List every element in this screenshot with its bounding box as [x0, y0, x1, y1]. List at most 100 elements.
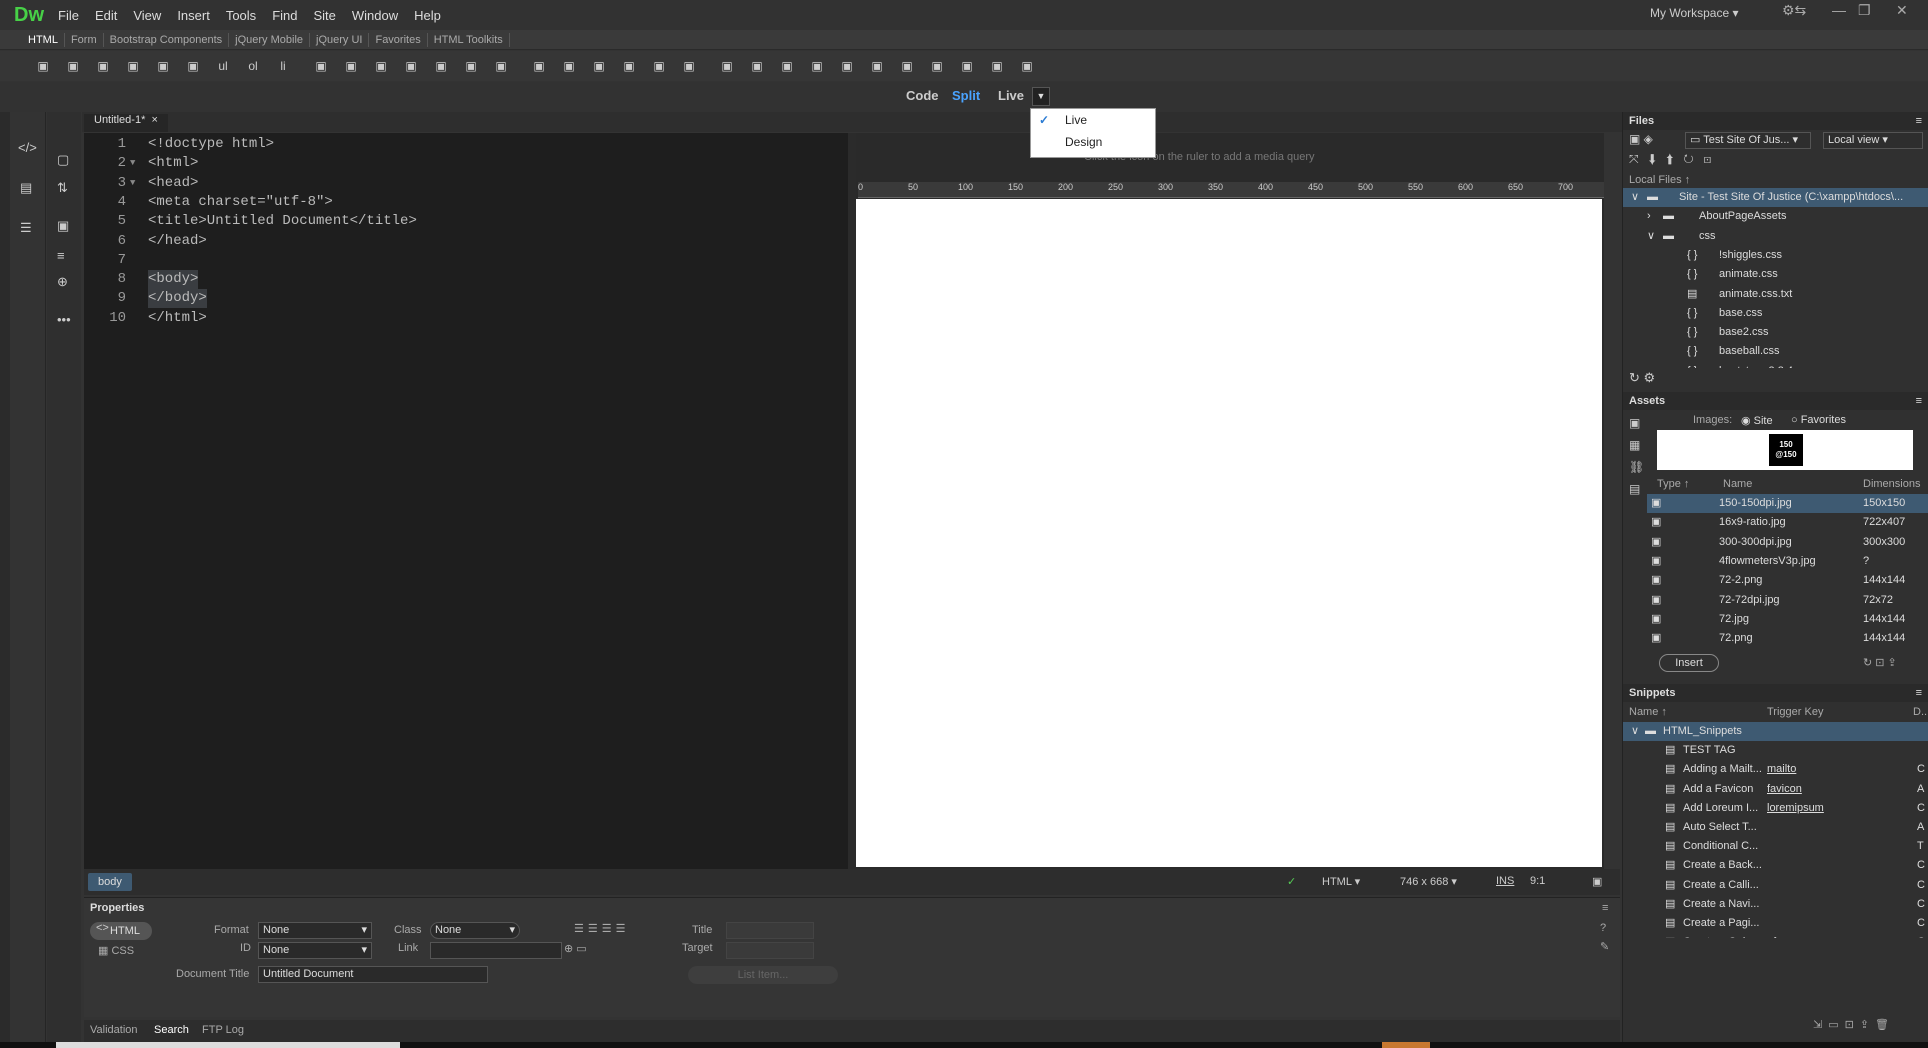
more-icon[interactable]: •••	[57, 312, 71, 327]
code-line[interactable]: 5 <title>Untitled Document</title>	[84, 212, 844, 231]
snippet-item[interactable]: ▤ Create a Calli... C	[1623, 876, 1928, 895]
bottom-tab-ftp-log[interactable]: FTP Log	[202, 1024, 244, 1036]
insert-tab-6[interactable]: HTML Toolkits	[428, 32, 510, 47]
snippet-folder[interactable]: ∨ ▬ HTML_Snippets	[1623, 722, 1928, 741]
code-line[interactable]: 9 </body>	[84, 289, 844, 309]
code-line[interactable]: 6 </head>	[84, 232, 844, 251]
file-tree-item[interactable]: { } animate.css	[1623, 265, 1928, 284]
file-tree-item[interactable]: ∨ ▬ css	[1623, 227, 1928, 246]
chevron-down-icon[interactable]: ∨	[1631, 188, 1639, 207]
target-select[interactable]	[726, 942, 814, 959]
asset-row[interactable]: ▣ 300-300dpi.jpg 300x300	[1647, 533, 1928, 552]
favorites-radio[interactable]: ○ Favorites	[1791, 414, 1846, 426]
menu-insert[interactable]: Insert	[169, 8, 218, 23]
frame-icon[interactable]: ▣	[982, 59, 1012, 73]
toolbar-ol[interactable]: ol	[238, 59, 268, 73]
doc-type-select[interactable]: HTML ▾	[1322, 875, 1360, 888]
snippet-item[interactable]: ▤ Create a Navi... C	[1623, 895, 1928, 914]
code-view-button[interactable]: Code	[906, 88, 939, 103]
link-icon[interactable]: ▣	[306, 59, 336, 73]
script-icon[interactable]: ▣	[644, 59, 674, 73]
table2-icon[interactable]: ▣	[1012, 59, 1042, 73]
menu-help[interactable]: Help	[406, 8, 449, 23]
snippet-item[interactable]: ▤ Add Loreum I... loremipsum C	[1623, 799, 1928, 818]
snippet-item[interactable]: ▤ Conditional C... T	[1623, 837, 1928, 856]
aside-icon[interactable]: ▣	[426, 59, 456, 73]
menu-find[interactable]: Find	[264, 8, 305, 23]
link-input[interactable]	[430, 942, 562, 959]
taskbar-active-window[interactable]	[56, 1042, 400, 1048]
file-icon[interactable]: ▣	[802, 59, 832, 73]
code-editor[interactable]: 1 <!doctype html> 2 ▼ <html> 3 ▼ <head> 4 <meta c…	[84, 133, 848, 869]
snippet-item[interactable]: ▤ Create a Quic... gform C	[1623, 933, 1928, 938]
view-menu-item-live[interactable]: ✓ Live	[1031, 109, 1155, 131]
ruler[interactable]: 0 50 100 150 200 250 300 350 400 450 500 550 600 650 7…	[858, 182, 1604, 198]
document-tab[interactable]: Untitled-1* ×	[84, 114, 168, 132]
trigger-key-col[interactable]: Trigger Key	[1767, 706, 1823, 718]
css-mode-button[interactable]: ▦ CSS	[98, 944, 134, 957]
file-tree-item[interactable]: { } !shiggles.css	[1623, 246, 1928, 265]
menu-file[interactable]: File	[50, 8, 87, 23]
snippet-item[interactable]: ▤ Create a Back... C	[1623, 856, 1928, 875]
id-select[interactable]: None ▾	[258, 942, 372, 959]
code-line[interactable]: 1 <!doctype html>	[84, 135, 844, 154]
list-buttons[interactable]: ☰☰☰☰	[574, 922, 629, 935]
snippet-actions-icons[interactable]: ⇲▭⊡⇪🗑	[1813, 1018, 1895, 1031]
asset-row[interactable]: ▣ 4flowmetersV3p.jpg?	[1647, 552, 1928, 571]
insert-asset-button[interactable]: Insert	[1659, 654, 1719, 672]
menu-edit[interactable]: Edit	[87, 8, 125, 23]
file-tree-item[interactable]: { } baseball.css	[1623, 342, 1928, 361]
snippet-item[interactable]: ▤ Add a Favicon favicon A	[1623, 780, 1928, 799]
class-select[interactable]: None ▾	[430, 922, 520, 939]
file-list-icon[interactable]: ☰	[20, 220, 32, 236]
code-line[interactable]: 4 <meta charset="utf-8">	[84, 193, 844, 212]
split-divider[interactable]	[848, 133, 856, 869]
list-item-button[interactable]: List Item...	[688, 966, 838, 984]
title-input[interactable]	[726, 922, 814, 939]
grid-icon[interactable]: ▣	[892, 59, 922, 73]
div-icon[interactable]: ▣	[28, 59, 58, 73]
paragraph-icon[interactable]: ▣	[88, 59, 118, 73]
snippet-name-col[interactable]: Name ↑	[1629, 706, 1667, 718]
close-tab-icon[interactable]: ×	[151, 114, 157, 126]
footer-icon[interactable]: ▣	[524, 59, 554, 73]
file-management-icon[interactable]: ⇅	[57, 180, 68, 196]
minimize-icon[interactable]: —	[1832, 2, 1846, 18]
tag-icon[interactable]: ▣	[554, 59, 584, 73]
taskbar-item[interactable]	[1382, 1042, 1430, 1048]
picture-icon[interactable]: ▣	[952, 59, 982, 73]
toolbar-ul[interactable]: ul	[208, 59, 238, 73]
bottom-tab-validation[interactable]: Validation	[90, 1024, 138, 1036]
canvas-icon[interactable]: ▣	[674, 59, 704, 73]
key-icon[interactable]: ▣	[584, 59, 614, 73]
ins-indicator[interactable]: INS	[1496, 875, 1514, 887]
doc-title-input[interactable]: Untitled Document	[258, 966, 488, 983]
audio-icon[interactable]: ▣	[832, 59, 862, 73]
nav-icon[interactable]: ▣	[366, 59, 396, 73]
asset-row[interactable]: ▣ 150-150dpi.jpg 150x150	[1647, 494, 1928, 513]
panel-menu-icon[interactable]: ≡	[1602, 902, 1608, 914]
snippet-item[interactable]: ▤ Auto Select T... A	[1623, 818, 1928, 837]
settings-icon[interactable]: ⚙⇆	[1782, 2, 1806, 19]
code-line[interactable]: 7	[84, 251, 844, 270]
asset-row[interactable]: ▣ 16x9-ratio.jpg 722x407	[1647, 513, 1928, 532]
asset-row[interactable]: ▣ 72-2.png 144x144	[1647, 571, 1928, 590]
fold-arrow-icon[interactable]: ▼	[130, 154, 135, 173]
file-tree-item[interactable]: { } base2.css	[1623, 323, 1928, 342]
code-tag-icon[interactable]: </>	[18, 140, 37, 155]
view-menu-item-design[interactable]: Design	[1031, 131, 1155, 153]
document-icon[interactable]: ▤	[20, 180, 32, 196]
header-icon[interactable]: ▣	[118, 59, 148, 73]
point-to-file-icon[interactable]: ⊕ ▭	[564, 942, 587, 955]
table-icon[interactable]: ▣	[148, 59, 178, 73]
chevron-down-icon[interactable]: ∨	[1631, 722, 1639, 741]
preview-icon[interactable]: ▣	[1592, 875, 1602, 888]
insert-tab-4[interactable]: jQuery UI	[310, 32, 370, 47]
code-line[interactable]: 8 <body>	[84, 270, 844, 290]
code-navigator-icon[interactable]: ▣	[57, 218, 69, 234]
snippet-item[interactable]: ▤ TEST TAG	[1623, 741, 1928, 760]
type-col[interactable]: Type ↑	[1657, 478, 1689, 490]
insert-tab-1[interactable]: Form	[65, 32, 104, 47]
snippet-item[interactable]: ▤ Create a Pagi... C	[1623, 914, 1928, 933]
main-icon[interactable]: ▣	[396, 59, 426, 73]
